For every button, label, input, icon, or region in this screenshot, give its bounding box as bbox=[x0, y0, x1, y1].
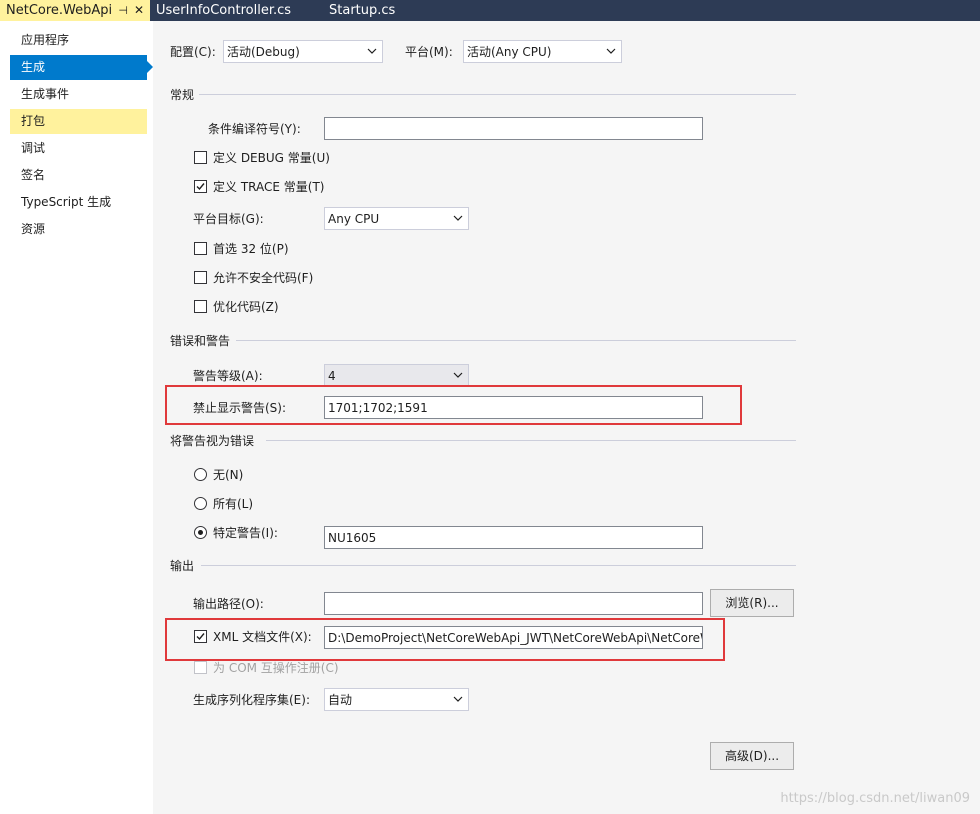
pin-icon[interactable]: ⊣ bbox=[118, 0, 128, 21]
section-divider bbox=[266, 440, 796, 441]
configuration-combo[interactable]: 活动(Debug) bbox=[223, 40, 383, 63]
sidebar-item-typescript-build[interactable]: TypeScript 生成 bbox=[10, 190, 147, 215]
warning-level-label: 警告等级(A): bbox=[193, 369, 263, 383]
register-com-label: 为 COM 互操作注册(C) bbox=[213, 661, 339, 675]
highlight-box bbox=[165, 618, 725, 661]
chevron-down-icon bbox=[606, 48, 616, 54]
tab-userinfocontroller[interactable]: UserInfoController.cs bbox=[150, 0, 320, 21]
platform-target-value: Any CPU bbox=[328, 212, 380, 226]
platform-value: 活动(Any CPU) bbox=[467, 45, 552, 59]
define-debug-checkbox[interactable] bbox=[194, 151, 207, 164]
advanced-button[interactable]: 高级(D)... bbox=[710, 742, 794, 770]
warning-level-combo[interactable]: 4 bbox=[324, 364, 469, 387]
serialization-assembly-label: 生成序列化程序集(E): bbox=[193, 693, 310, 707]
sidebar-item-package[interactable]: 打包 bbox=[10, 109, 147, 134]
treat-none-label: 无(N) bbox=[213, 468, 244, 482]
treat-specific-radio[interactable] bbox=[194, 526, 207, 539]
define-debug-label: 定义 DEBUG 常量(U) bbox=[213, 151, 330, 165]
sidebar-item-build-events[interactable]: 生成事件 bbox=[10, 82, 147, 107]
output-path-label: 输出路径(O): bbox=[193, 597, 264, 611]
tab-netcore-webapi[interactable]: NetCore.WebApi ⊣ ✕ bbox=[0, 0, 150, 21]
specific-warnings-input[interactable]: NU1605 bbox=[324, 526, 703, 549]
build-settings-panel: 配置(C): 活动(Debug) 平台(M): 活动(Any CPU) 常规 条… bbox=[153, 21, 980, 814]
watermark: https://blog.csdn.net/liwan09 bbox=[780, 791, 970, 806]
sidebar-item-application[interactable]: 应用程序 bbox=[10, 28, 147, 53]
configuration-value: 活动(Debug) bbox=[227, 45, 300, 59]
chevron-down-icon bbox=[367, 48, 377, 54]
tab-label: NetCore.WebApi bbox=[6, 3, 113, 18]
define-trace-checkbox[interactable] bbox=[194, 180, 207, 193]
serialization-assembly-value: 自动 bbox=[328, 693, 353, 707]
checkmark-icon bbox=[196, 183, 205, 191]
output-path-input[interactable] bbox=[324, 592, 703, 615]
section-divider bbox=[201, 565, 796, 566]
configuration-label: 配置(C): bbox=[170, 45, 216, 59]
platform-combo[interactable]: 活动(Any CPU) bbox=[463, 40, 622, 63]
chevron-down-icon bbox=[453, 215, 463, 221]
section-errors-title: 错误和警告 bbox=[170, 334, 231, 348]
serialization-assembly-combo[interactable]: 自动 bbox=[324, 688, 469, 711]
conditional-symbols-input[interactable] bbox=[324, 117, 703, 140]
section-output-title: 输出 bbox=[170, 559, 195, 573]
property-pages-sidebar: 应用程序 生成 生成事件 打包 调试 签名 TypeScript 生成 资源 bbox=[0, 21, 153, 814]
sidebar-item-signing[interactable]: 签名 bbox=[10, 163, 147, 188]
conditional-symbols-label: 条件编译符号(Y): bbox=[208, 122, 301, 136]
warning-level-value: 4 bbox=[328, 369, 336, 383]
section-treat-warnings-title: 将警告视为错误 bbox=[170, 434, 255, 448]
optimize-code-checkbox[interactable] bbox=[194, 300, 207, 313]
tab-label: UserInfoController.cs bbox=[156, 3, 292, 18]
section-divider bbox=[199, 94, 796, 95]
platform-target-label: 平台目标(G): bbox=[193, 212, 264, 226]
tab-startup[interactable]: Startup.cs bbox=[323, 0, 443, 21]
platform-target-combo[interactable]: Any CPU bbox=[324, 207, 469, 230]
platform-label: 平台(M): bbox=[405, 45, 453, 59]
treat-specific-label: 特定警告(I): bbox=[213, 526, 278, 540]
sidebar-item-build[interactable]: 生成 bbox=[10, 55, 147, 80]
document-tab-strip: NetCore.WebApi ⊣ ✕ UserInfoController.cs… bbox=[0, 0, 980, 21]
tab-label: Startup.cs bbox=[329, 3, 396, 18]
allow-unsafe-checkbox[interactable] bbox=[194, 271, 207, 284]
sidebar-item-debug[interactable]: 调试 bbox=[10, 136, 147, 161]
register-com-checkbox[interactable] bbox=[194, 661, 207, 674]
optimize-code-label: 优化代码(Z) bbox=[213, 300, 279, 314]
highlight-box bbox=[165, 385, 742, 425]
sidebar-item-resources[interactable]: 资源 bbox=[10, 217, 147, 242]
define-trace-label: 定义 TRACE 常量(T) bbox=[213, 180, 325, 194]
treat-all-label: 所有(L) bbox=[213, 497, 254, 511]
prefer-32bit-label: 首选 32 位(P) bbox=[213, 242, 289, 256]
browse-button[interactable]: 浏览(R)... bbox=[710, 589, 794, 617]
section-general-title: 常规 bbox=[170, 88, 195, 102]
section-divider bbox=[236, 340, 796, 341]
allow-unsafe-label: 允许不安全代码(F) bbox=[213, 271, 314, 285]
chevron-down-icon bbox=[453, 696, 463, 702]
treat-all-radio[interactable] bbox=[194, 497, 207, 510]
close-icon[interactable]: ✕ bbox=[134, 0, 144, 21]
chevron-down-icon bbox=[453, 372, 463, 378]
prefer-32bit-checkbox[interactable] bbox=[194, 242, 207, 255]
treat-none-radio[interactable] bbox=[194, 468, 207, 481]
